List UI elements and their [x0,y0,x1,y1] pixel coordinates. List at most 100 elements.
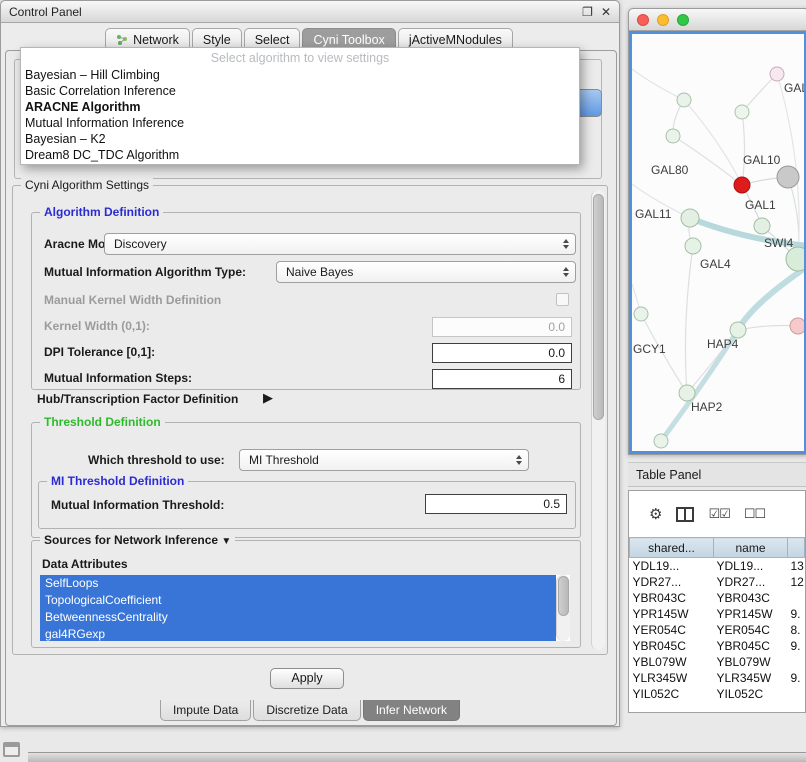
network-node[interactable] [777,166,799,188]
table-cell[interactable]: YBL079W [630,654,714,670]
network-node[interactable] [677,93,691,107]
table-cell[interactable]: YER054C [630,622,714,638]
table-cell[interactable]: YER054C [714,622,788,638]
network-edge[interactable] [685,246,693,393]
which-threshold-combo[interactable]: MI Threshold [239,449,529,471]
attribute-item[interactable]: TopologicalCoefficient [40,592,556,609]
table-cell[interactable] [788,654,805,670]
expand-right-icon[interactable]: ▶ [263,390,273,406]
table-cell[interactable]: YIL052C [630,686,714,702]
select-all-icon[interactable]: ☑☑ [708,506,729,522]
columns-icon[interactable] [676,507,694,522]
table-cell[interactable]: YDR27... [714,574,788,590]
network-edge[interactable] [742,112,745,185]
table-cell[interactable]: 9. [788,638,805,654]
column-header-name[interactable]: name [714,538,788,558]
attribute-list-scrollbar[interactable] [556,575,570,641]
table-cell[interactable]: YDL19... [714,558,788,574]
gear-icon[interactable]: ⚙ [649,505,662,523]
aracne-mode-combo[interactable]: Discovery [104,233,576,255]
network-edge[interactable] [742,74,777,112]
attribute-item[interactable]: SelfLoops [40,575,556,592]
table-cell[interactable]: YLR345W [714,670,788,686]
table-row[interactable]: YBR045CYBR045C9. [630,638,805,654]
close-window-icon[interactable]: ✕ [601,5,611,19]
tab-infer-network[interactable]: Infer Network [363,700,460,721]
deselect-all-icon[interactable]: ☐☐ [744,506,765,522]
settings-scrollbar[interactable] [591,190,605,650]
table-cell[interactable]: YDR27... [630,574,714,590]
network-node[interactable] [734,177,750,193]
table-cell[interactable] [788,686,805,702]
table-row[interactable]: YIL052CYIL052C [630,686,805,702]
algorithm-option[interactable]: Basic Correlation Inference [21,83,579,99]
network-node[interactable] [754,218,770,234]
table-cell[interactable]: 9. [788,670,805,686]
table-cell[interactable]: YLR345W [630,670,714,686]
table-cell[interactable]: 9. [788,606,805,622]
apply-button[interactable]: Apply [270,668,344,689]
table-row[interactable]: YDL19...YDL19...13 [630,558,805,574]
network-node[interactable] [666,129,680,143]
table-cell[interactable]: YBR043C [630,590,714,606]
table-cell[interactable]: YBR045C [630,638,714,654]
manual-kernel-checkbox[interactable] [556,293,569,306]
minimize-traffic-icon[interactable] [657,14,669,26]
column-header-shared-name[interactable]: shared... [630,538,714,558]
attribute-list[interactable]: SelfLoops TopologicalCoefficient Between… [40,575,570,641]
table-cell[interactable] [788,590,805,606]
zoom-traffic-icon[interactable] [677,14,689,26]
table-row[interactable]: YPR145WYPR145W9. [630,606,805,622]
network-edge[interactable] [673,136,742,185]
network-node[interactable] [681,209,699,227]
network-node[interactable] [770,67,784,81]
tab-discretize-data[interactable]: Discretize Data [253,700,360,721]
table-cell[interactable]: YBL079W [714,654,788,670]
network-edge[interactable] [632,69,684,100]
mi-steps-input[interactable]: 6 [432,369,572,389]
table-cell[interactable]: YIL052C [714,686,788,702]
network-node[interactable] [654,434,668,448]
table-row[interactable]: YLR345WYLR345W9. [630,670,805,686]
network-node[interactable] [679,385,695,401]
table-row[interactable]: YDR27...YDR27...12 [630,574,805,590]
table-cell[interactable]: YPR145W [714,606,788,622]
dpi-tolerance-input[interactable]: 0.0 [432,343,572,363]
table-cell[interactable]: 12 [788,574,805,590]
minimized-window-icon[interactable] [3,742,20,757]
control-panel-titlebar[interactable]: Control Panel ❐ ✕ [1,1,619,23]
table-cell[interactable]: YBR043C [714,590,788,606]
kernel-width-input[interactable]: 0.0 [432,317,572,337]
network-edge[interactable] [684,100,742,185]
table-cell[interactable]: YBR045C [714,638,788,654]
table-row[interactable]: YER054CYER054C8. [630,622,805,638]
table-row[interactable]: YBR043CYBR043C [630,590,805,606]
table-row[interactable]: YBL079WYBL079W [630,654,805,670]
network-graph[interactable]: GALGAL80GAL10GAL11GAL1SWI4GAL4GCY1HAP4HA… [632,34,804,454]
network-node[interactable] [685,238,701,254]
algorithm-option-selected[interactable]: ARACNE Algorithm [21,99,579,115]
float-window-icon[interactable]: ❐ [582,5,593,19]
algorithm-option[interactable]: Bayesian – Hill Climbing [21,67,579,83]
network-node[interactable] [634,307,648,321]
attribute-item[interactable]: gal4RGexp [40,626,556,641]
network-window-titlebar[interactable] [629,9,806,31]
attribute-item[interactable]: BetweennessCentrality [40,609,556,626]
attribute-list-scrollbar-thumb[interactable] [558,576,569,616]
algorithm-option[interactable]: Dream8 DC_TDC Algorithm [21,147,579,163]
table-cell[interactable]: 8. [788,622,805,638]
close-traffic-icon[interactable] [637,14,649,26]
network-node[interactable] [730,322,746,338]
mi-threshold-input[interactable]: 0.5 [425,494,567,514]
table-cell[interactable]: YPR145W [630,606,714,622]
algorithm-option[interactable]: Mutual Information Inference [21,115,579,131]
tab-impute-data[interactable]: Impute Data [160,700,251,721]
settings-scrollbar-thumb[interactable] [593,194,604,420]
table-cell[interactable]: YDL19... [630,558,714,574]
network-edge[interactable] [738,326,798,331]
algorithm-option[interactable]: Bayesian – K2 [21,131,579,147]
column-header-partial[interactable] [788,538,805,558]
network-node[interactable] [735,105,749,119]
collapse-down-icon[interactable]: ▼ [221,536,231,547]
table-cell[interactable]: 13 [788,558,805,574]
